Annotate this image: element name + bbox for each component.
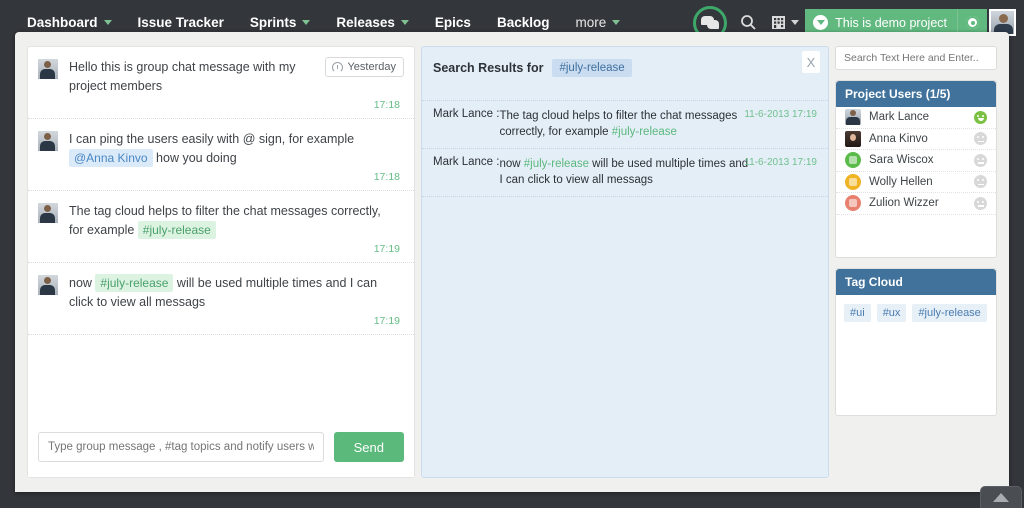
message-time: 17:19	[373, 243, 400, 255]
project-user-row[interactable]: Anna Kinvo	[836, 129, 996, 150]
status-offline-icon	[974, 132, 987, 146]
message-avatar	[38, 131, 58, 151]
chevron-down-icon	[790, 20, 799, 25]
project-user-name: Mark Lance	[869, 111, 930, 124]
search-result-timestamp: 11-6-2013 17:19	[744, 157, 817, 168]
group-chat-panel: Hello this is group chat message with my…	[27, 46, 415, 478]
message-body: now #july-release will be used multiple …	[69, 274, 402, 330]
scroll-to-top-button[interactable]	[980, 486, 1022, 508]
tag-cloud-title: Tag Cloud	[836, 269, 996, 295]
project-user-row[interactable]: Zulion Wizzer	[836, 193, 996, 215]
user-avatar	[845, 109, 861, 126]
chat-message: The tag cloud helps to filter the chat m…	[28, 191, 414, 263]
search-result-author: Mark Lance :	[433, 108, 500, 120]
clock-icon	[332, 61, 344, 73]
user-avatar	[845, 173, 861, 190]
user-avatar	[845, 195, 861, 212]
chat-message-list[interactable]: Hello this is group chat message with my…	[28, 47, 414, 419]
message-time: 17:19	[373, 315, 400, 327]
hashtag-chip[interactable]: #july-release	[95, 274, 174, 292]
gear-icon	[966, 16, 979, 29]
chat-message: now #july-release will be used multiple …	[28, 263, 414, 335]
user-avatar	[845, 152, 861, 169]
day-badge-label: Yesterday	[347, 61, 396, 73]
send-button[interactable]: Send	[333, 432, 404, 462]
search-result-row[interactable]: Mark Lance : now #july-release will be us…	[422, 149, 828, 197]
sidebar-search-input[interactable]	[835, 46, 997, 70]
project-user-row[interactable]: Wolly Hellen	[836, 172, 996, 193]
search-result-row[interactable]: Mark Lance : The tag cloud helps to filte…	[422, 100, 828, 149]
tag-cloud-list: #ui #ux #july-release	[836, 295, 996, 331]
message-avatar	[38, 59, 58, 79]
project-users-card: Project Users (1/5) Mark Lance Anna Kinvo…	[835, 80, 997, 258]
chevron-down-icon	[103, 20, 112, 25]
search-results-header: Search Results for #july-release X	[422, 47, 828, 77]
hashtag-chip[interactable]: #july-release	[137, 221, 216, 239]
chat-message-input[interactable]	[38, 432, 324, 462]
user-avatar	[845, 130, 861, 147]
right-sidebar: Project Users (1/5) Mark Lance Anna Kinvo…	[835, 46, 997, 492]
close-icon[interactable]: X	[802, 51, 820, 73]
project-user-row[interactable]: Sara Wiscox	[836, 150, 996, 172]
status-offline-icon	[974, 153, 987, 167]
message-avatar	[38, 203, 58, 223]
message-avatar	[38, 275, 58, 295]
project-user-name: Zulion Wizzer	[869, 197, 939, 210]
project-name-label: This is demo project	[835, 15, 947, 30]
tag-cloud-item[interactable]: #ux	[876, 304, 907, 322]
message-text: now #july-release will be used multiple …	[69, 274, 378, 309]
message-text: I can ping the users easily with @ sign,…	[69, 132, 355, 167]
chat-bubble-icon	[701, 16, 720, 29]
tag-cloud-item[interactable]: #ui	[844, 304, 871, 322]
chat-composer: Send	[28, 417, 414, 477]
status-online-icon	[974, 110, 987, 124]
search-icon	[740, 15, 756, 30]
chat-message: Hello this is group chat message with my…	[28, 47, 414, 119]
message-text: The tag cloud helps to filter the chat m…	[69, 204, 381, 239]
hashtag-link[interactable]: #july-release	[524, 158, 589, 170]
search-results-title: Search Results for	[433, 61, 544, 75]
chat-message: I can ping the users easily with @ sign,…	[28, 119, 414, 191]
tag-cloud-card: Tag Cloud #ui #ux #july-release	[835, 268, 997, 416]
project-chevron-icon	[813, 15, 829, 30]
tag-cloud-item[interactable]: #july-release	[912, 304, 987, 322]
building-icon	[771, 16, 785, 29]
arrow-up-icon	[993, 493, 1009, 502]
hashtag-link[interactable]: #july-release	[612, 126, 677, 138]
day-badge[interactable]: Yesterday	[325, 57, 404, 77]
project-users-list: Mark Lance Anna Kinvo Sara Wiscox Wolly Hel…	[836, 107, 996, 215]
message-body: I can ping the users easily with @ sign,…	[69, 130, 402, 186]
message-time: 17:18	[373, 171, 400, 183]
project-user-name: Wolly Hellen	[869, 175, 933, 188]
project-user-name: Anna Kinvo	[869, 132, 928, 145]
chevron-down-icon	[302, 20, 311, 25]
chevron-down-icon	[612, 20, 621, 25]
search-result-author: Mark Lance :	[433, 156, 500, 168]
search-result-text: now #july-release will be used multiple …	[499, 158, 749, 186]
content-area: Hello this is group chat message with my…	[27, 46, 997, 492]
project-users-title: Project Users (1/5)	[836, 81, 996, 107]
search-results-panel: Search Results for #july-release X Mark …	[421, 46, 829, 478]
search-query-tag[interactable]: #july-release	[552, 59, 632, 77]
search-results-list: Mark Lance : The tag cloud helps to filte…	[422, 100, 828, 197]
search-result-text: The tag cloud helps to filter the chat m…	[499, 110, 738, 138]
status-offline-icon	[974, 175, 987, 189]
page-container: Hello this is group chat message with my…	[15, 32, 1009, 492]
status-offline-icon	[974, 196, 987, 210]
project-user-row[interactable]: Mark Lance	[836, 107, 996, 129]
chevron-down-icon	[400, 20, 409, 25]
project-user-name: Sara Wiscox	[869, 154, 934, 167]
message-body: The tag cloud helps to filter the chat m…	[69, 202, 402, 258]
mention-chip[interactable]: @Anna Kinvo	[69, 149, 153, 167]
message-time: 17:18	[373, 99, 400, 111]
search-result-timestamp: 11-6-2013 17:19	[744, 109, 817, 120]
